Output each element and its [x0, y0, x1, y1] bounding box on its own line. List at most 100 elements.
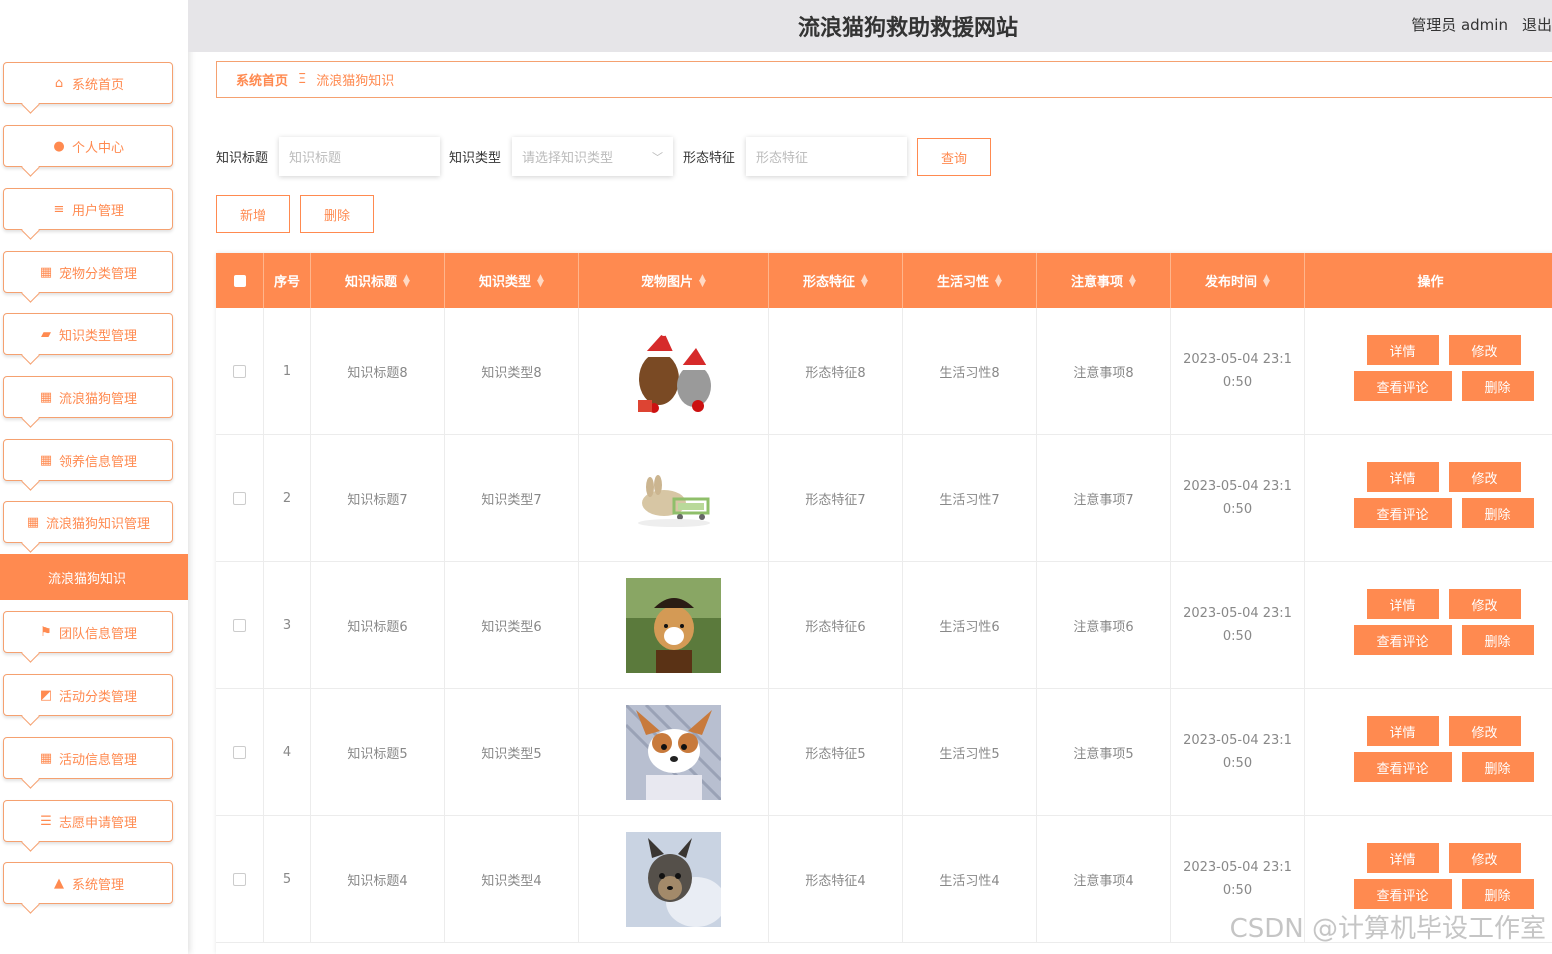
- detail-button[interactable]: 详情: [1366, 335, 1439, 365]
- cell-index: 4: [264, 689, 311, 815]
- sidebar-item-profile[interactable]: ● 个人中心: [3, 125, 173, 167]
- sidebar-item-volunteer[interactable]: ☰ 志愿申请管理: [3, 800, 173, 842]
- grid-icon: ▦: [39, 264, 53, 280]
- row-checkbox[interactable]: [233, 364, 246, 378]
- delete-row-button[interactable]: 删除: [1461, 371, 1534, 401]
- row-checkbox[interactable]: [233, 618, 246, 632]
- delete-row-button[interactable]: 删除: [1461, 625, 1534, 655]
- batch-delete-button[interactable]: 删除: [300, 195, 374, 233]
- col-header-sortable[interactable]: 宠物图片 ▲ ▼: [579, 253, 769, 308]
- sidebar-item-activity-category[interactable]: ◩ 活动分类管理: [3, 674, 173, 716]
- pet-image[interactable]: [626, 323, 721, 419]
- sidebar-item-knowledge-type[interactable]: ▰ 知识类型管理: [3, 313, 173, 355]
- sidebar-item-stray-pets[interactable]: ▦ 流浪猫狗管理: [3, 376, 173, 418]
- row-checkbox[interactable]: [233, 491, 246, 505]
- type-select-placeholder: 请选择知识类型: [522, 151, 614, 166]
- pet-image[interactable]: [626, 577, 721, 673]
- feature-search-placeholder: 形态特征: [756, 151, 809, 166]
- edit-button[interactable]: 修改: [1448, 462, 1521, 492]
- cell-note: 注意事项5: [1037, 689, 1171, 815]
- feature-search-label: 形态特征: [683, 151, 736, 166]
- home-icon: ⌂: [54, 75, 64, 91]
- cell-habit: 生活习性7: [903, 435, 1037, 561]
- list-icon: ☰: [40, 813, 52, 829]
- col-header-sortable[interactable]: 形态特征 ▲ ▼: [769, 253, 903, 308]
- cell-title: 知识标题6: [311, 562, 445, 688]
- sidebar-item-users[interactable]: ≡ 用户管理: [3, 188, 173, 230]
- logout-link[interactable]: 退出: [1522, 16, 1552, 34]
- query-button[interactable]: 查询: [917, 138, 991, 176]
- type-select[interactable]: 请选择知识类型 ﹀: [512, 137, 673, 176]
- cell-feature: 形态特征4: [769, 816, 903, 942]
- delete-row-button[interactable]: 删除: [1461, 498, 1534, 528]
- row-checkbox[interactable]: [233, 872, 246, 886]
- col-header-label: 知识标题: [345, 275, 398, 290]
- view-comments-button[interactable]: 查看评论: [1353, 498, 1452, 528]
- col-header-sortable[interactable]: 知识标题 ▲ ▼: [311, 253, 445, 308]
- view-comments-button[interactable]: 查看评论: [1353, 879, 1452, 909]
- select-all-checkbox[interactable]: [233, 274, 246, 287]
- edit-button[interactable]: 修改: [1448, 716, 1521, 746]
- delete-row-button[interactable]: 删除: [1461, 752, 1534, 782]
- sort-icon: ▲ ▼: [995, 272, 1002, 289]
- feature-search-input[interactable]: 形态特征: [746, 137, 907, 176]
- site-title: 流浪猫狗救助救援网站: [797, 16, 1018, 41]
- view-comments-button[interactable]: 查看评论: [1353, 752, 1452, 782]
- detail-button[interactable]: 详情: [1366, 462, 1439, 492]
- admin-username: 管理员 admin: [1411, 16, 1508, 34]
- sidebar-item-pet-knowledge[interactable]: ▦ 流浪猫狗知识管理: [3, 501, 173, 543]
- breadcrumb: 系统首页 Ξ 流浪猫狗知识: [216, 61, 1552, 98]
- pet-image[interactable]: [626, 450, 721, 546]
- breadcrumb-home[interactable]: 系统首页: [236, 70, 288, 89]
- pet-image[interactable]: [626, 704, 721, 800]
- edit-button[interactable]: 修改: [1448, 843, 1521, 873]
- col-header-sortable[interactable]: 生活习性 ▲ ▼: [903, 253, 1037, 308]
- add-button[interactable]: 新增: [216, 195, 290, 233]
- title-search-input[interactable]: 知识标题: [279, 137, 440, 176]
- cell-habit: 生活习性8: [903, 308, 1037, 434]
- detail-button[interactable]: 详情: [1366, 716, 1439, 746]
- grid-icon: ▦: [26, 514, 40, 530]
- cell-title: 知识标题4: [311, 816, 445, 942]
- detail-button[interactable]: 详情: [1366, 589, 1439, 619]
- sidebar-item-activity-info[interactable]: ▦ 活动信息管理: [3, 737, 173, 779]
- sidebar-item-system[interactable]: ▲ 系统管理: [3, 862, 173, 904]
- sidebar-item-label: 流浪猫狗知识管理: [45, 516, 150, 532]
- sidebar-item-pet-category[interactable]: ▦ 宠物分类管理: [3, 251, 173, 293]
- sidebar-item-label: 用户管理: [71, 203, 124, 219]
- sort-icon: ▲ ▼: [537, 272, 544, 289]
- edit-button[interactable]: 修改: [1448, 589, 1521, 619]
- cell-habit: 生活习性5: [903, 689, 1037, 815]
- col-header-label: 知识类型: [479, 275, 532, 290]
- detail-button[interactable]: 详情: [1366, 843, 1439, 873]
- sidebar-item-label: 活动信息管理: [58, 752, 137, 768]
- view-comments-button[interactable]: 查看评论: [1353, 625, 1452, 655]
- cell-type: 知识类型5: [445, 689, 579, 815]
- type-search-label: 知识类型: [449, 151, 502, 166]
- publish-time: 2023-05-04 23:10:50: [1183, 606, 1292, 644]
- sort-icon: ▲ ▼: [1129, 272, 1136, 289]
- cell-index: 3: [264, 562, 311, 688]
- sidebar-item-label: 知识类型管理: [58, 328, 137, 344]
- pet-image[interactable]: [626, 831, 721, 927]
- sidebar-item-adoption[interactable]: ▦ 领养信息管理: [3, 439, 173, 481]
- col-header-sortable[interactable]: 知识类型 ▲ ▼: [445, 253, 579, 308]
- breadcrumb-current: 流浪猫狗知识: [316, 74, 395, 89]
- cell-actions: 详情 修改查看评论 删除: [1305, 562, 1552, 688]
- edit-button[interactable]: 修改: [1448, 335, 1521, 365]
- sort-icon: ▲ ▼: [403, 272, 410, 289]
- col-header-sortable[interactable]: 注意事项 ▲ ▼: [1037, 253, 1171, 308]
- col-header-sortable[interactable]: 发布时间 ▲ ▼: [1171, 253, 1305, 308]
- view-comments-button[interactable]: 查看评论: [1353, 371, 1452, 401]
- table-row: 1 知识标题8 知识类型8 形态特征8 生活习性8 注意事项8 2023-05-04 23:…: [216, 308, 1552, 435]
- col-header-label: 序号: [273, 275, 300, 290]
- sort-icon: ▲ ▼: [861, 272, 868, 289]
- sidebar-item-home[interactable]: ⌂ 系统首页: [3, 62, 173, 104]
- sidebar-subitem-pet-knowledge[interactable]: 流浪猫狗知识: [0, 554, 188, 600]
- sidebar-item-team[interactable]: ⚑ 团队信息管理: [3, 611, 173, 653]
- row-checkbox[interactable]: [233, 745, 246, 759]
- delete-row-button[interactable]: 删除: [1461, 879, 1534, 909]
- row-select-cell: [216, 689, 264, 815]
- cell-index: 2: [264, 435, 311, 561]
- cell-time: 2023-05-04 23:10:50: [1171, 689, 1305, 815]
